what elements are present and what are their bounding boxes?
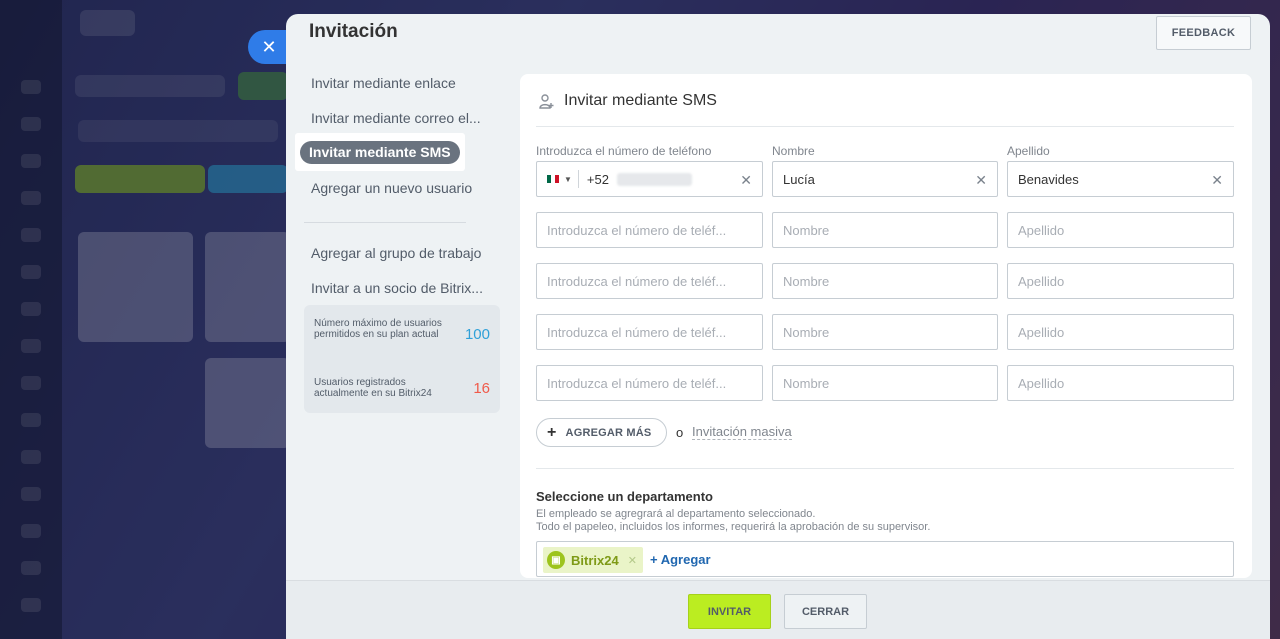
phone-column-label: Introduzca el número de teléfono — [536, 144, 712, 158]
department-selector[interactable]: ▣ Bitrix24 ✕ + Agregar — [536, 541, 1234, 577]
clear-icon[interactable]: ✕ — [740, 172, 752, 189]
mexico-flag-icon — [547, 175, 559, 183]
phone-input[interactable]: Introduzca el número de teléf... — [536, 263, 763, 299]
menu-item-add-workgroup[interactable]: Agregar al grupo de trabajo — [311, 245, 491, 261]
stat-max-users-label: Número máximo de usuarios permitidos en … — [314, 318, 442, 340]
phone-input[interactable]: Introduzca el número de teléf... — [536, 365, 763, 401]
surname-value: Benavides — [1018, 171, 1079, 187]
surname-column-label: Apellido — [1007, 144, 1050, 158]
plus-icon: + — [547, 423, 557, 441]
stat-max-users-value: 100 — [464, 326, 490, 343]
phone-input[interactable]: ▼ +52 ✕ — [536, 161, 763, 197]
menu-item-invite-sms-label: Invitar mediante SMS — [300, 141, 460, 164]
surname-input[interactable]: Apellido — [1007, 263, 1234, 299]
name-value: Lucía — [783, 171, 815, 187]
menu-item-invite-sms[interactable]: Invitar mediante SMS — [295, 133, 465, 171]
feedback-button[interactable]: FEEDBACK — [1156, 16, 1251, 50]
section-divider — [536, 468, 1234, 469]
clear-icon[interactable]: ✕ — [975, 172, 987, 189]
mass-invite-link[interactable]: Invitación masiva — [692, 424, 792, 440]
name-column-label: Nombre — [772, 144, 815, 158]
department-tag-label: Bitrix24 — [571, 552, 619, 568]
add-department-link[interactable]: + Agregar — [650, 552, 711, 567]
stat-registered-users-value: 16 — [473, 380, 490, 397]
name-input[interactable]: Nombre — [772, 263, 998, 299]
phone-number-redacted — [616, 172, 692, 186]
department-icon: ▣ — [547, 551, 565, 569]
close-button[interactable]: CERRAR — [784, 594, 867, 629]
surname-input[interactable]: Apellido — [1007, 314, 1234, 350]
name-input[interactable]: Nombre — [772, 212, 998, 248]
add-more-button[interactable]: + AGREGAR MÁS — [536, 418, 668, 447]
clear-icon[interactable]: ✕ — [1211, 172, 1223, 189]
slider-footer: INVITAR CERRAR — [286, 580, 1270, 639]
add-more-label: AGREGAR MÁS — [565, 426, 652, 439]
surname-input[interactable]: Benavides ✕ — [1007, 161, 1234, 197]
country-selector[interactable]: ▼ — [547, 170, 579, 188]
sms-invite-card: Invitar mediante SMS Introduzca el númer… — [520, 74, 1252, 578]
close-slider-button[interactable]: ✕ — [248, 30, 286, 64]
menu-item-invite-partner[interactable]: Invitar a un socio de Bitrix... — [311, 280, 491, 296]
department-title: Seleccione un departamento — [536, 489, 713, 504]
stat-registered-users-label: Usuarios registrados actualmente en su B… — [314, 377, 432, 399]
or-text: o — [676, 425, 684, 440]
user-stats-panel: Número máximo de usuarios permitidos en … — [304, 305, 500, 413]
department-tag: ▣ Bitrix24 ✕ — [543, 547, 643, 573]
menu-item-add-user[interactable]: Agregar un nuevo usuario — [311, 180, 491, 196]
chevron-down-icon: ▼ — [564, 174, 572, 184]
department-desc-1: El empleado se agregrará al departamento… — [536, 508, 816, 520]
menu-divider — [304, 222, 466, 223]
remove-tag-icon[interactable]: ✕ — [628, 554, 637, 567]
surname-input[interactable]: Apellido — [1007, 365, 1234, 401]
phone-input[interactable]: Introduzca el número de teléf... — [536, 212, 763, 248]
user-add-icon — [539, 94, 554, 109]
menu-item-invite-link[interactable]: Invitar mediante enlace — [311, 75, 491, 91]
card-title: Invitar mediante SMS — [564, 92, 717, 109]
phone-prefix: +52 — [586, 171, 609, 187]
invite-button[interactable]: INVITAR — [688, 594, 771, 629]
name-input[interactable]: Nombre — [772, 365, 998, 401]
invitation-slider: Invitación FEEDBACK Invitar mediante enl… — [286, 14, 1270, 639]
surname-input[interactable]: Apellido — [1007, 212, 1234, 248]
slider-title: Invitación — [309, 21, 398, 42]
close-icon: ✕ — [261, 36, 277, 57]
name-input[interactable]: Lucía ✕ — [772, 161, 998, 197]
name-input[interactable]: Nombre — [772, 314, 998, 350]
card-header: Invitar mediante SMS — [536, 90, 1234, 127]
department-desc-2: Todo el papeleo, incluidos los informes,… — [536, 521, 931, 533]
phone-input[interactable]: Introduzca el número de teléf... — [536, 314, 763, 350]
menu-item-invite-email[interactable]: Invitar mediante correo el... — [311, 110, 491, 126]
